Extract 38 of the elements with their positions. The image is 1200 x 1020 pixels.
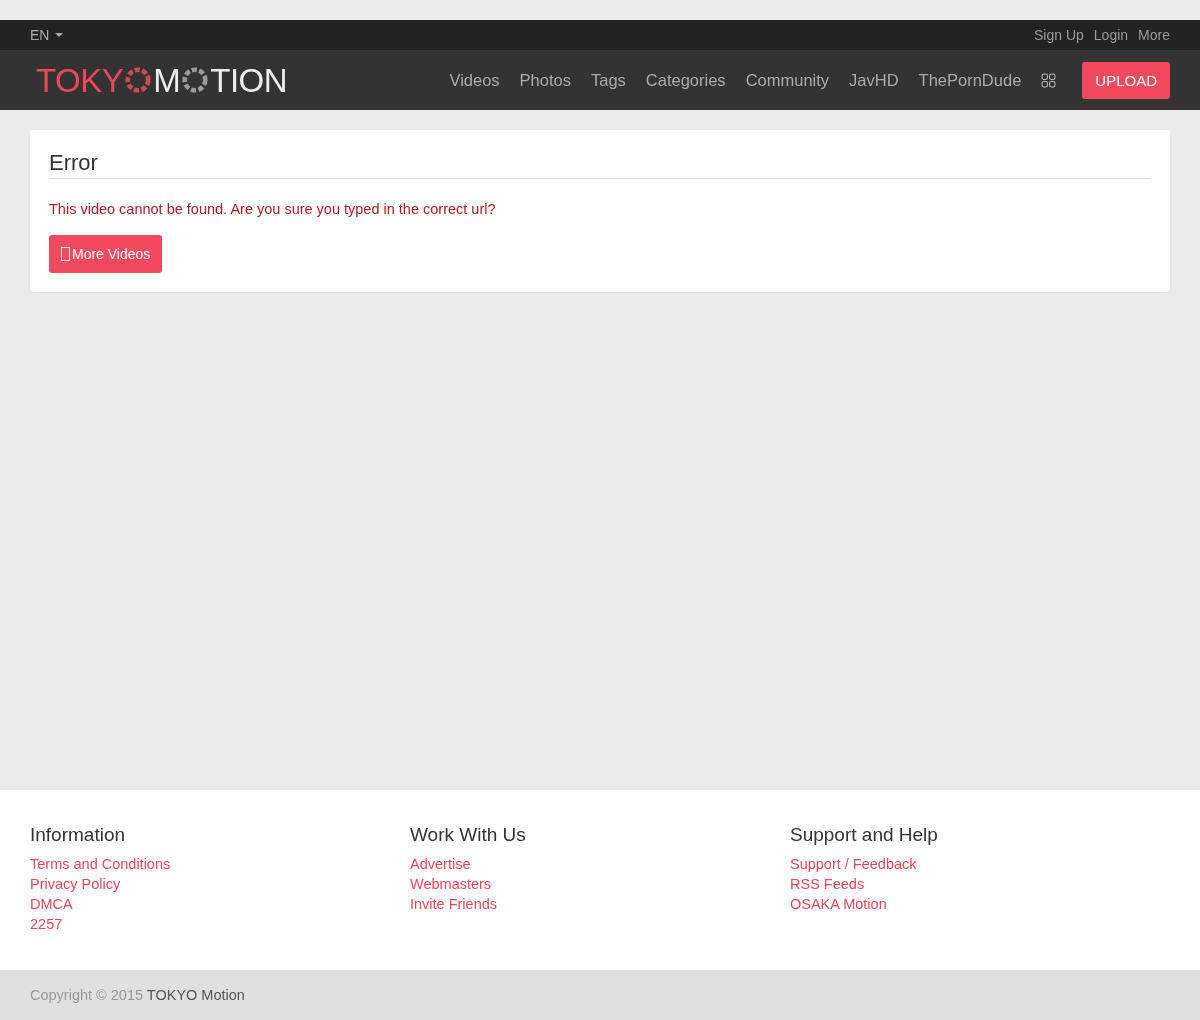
nav-link[interactable]: Photos [519,70,571,90]
footer-link[interactable]: Support / Feedback [790,854,917,874]
error-title: Error [49,150,1151,179]
footer-link[interactable]: RSS Feeds [790,874,865,894]
upload-button[interactable]: UPLOAD [1082,61,1170,99]
logo-text[interactable]: TOKY [36,63,124,97]
language-dropdown[interactable]: EN [30,27,64,43]
footer-link[interactable]: Privacy Policy [30,874,121,894]
caret-icon [55,33,64,37]
footer-link[interactable]: DMCA [30,894,73,914]
nav-link[interactable]: Videos [449,70,500,90]
nav-link[interactable]: ThePornDude [918,70,1022,90]
footer-heading: Information [30,824,126,846]
dashed-ring-icon [181,66,210,94]
missing-glyph-icon [61,247,70,261]
brand-link[interactable]: TOKYO Motion [146,987,245,1003]
dashed-ring-icon [124,66,153,94]
footer-link[interactable]: OSAKA Motion [790,894,887,914]
nav-link[interactable]: Tags [590,70,626,90]
footer-link[interactable]: Advertise [410,854,471,874]
more-videos-button[interactable]: More Videos [49,235,163,273]
logo-text[interactable]: M [153,63,181,97]
logo-text[interactable]: TION [210,63,288,97]
error-message: This video cannot be found. Are you sure you typed in the correct url? [49,201,497,217]
footer-link[interactable]: Webmasters [410,874,492,894]
top-link[interactable]: Login [1093,27,1129,43]
footer-heading: Work With Us [410,824,526,846]
grid-icon[interactable] [1041,72,1057,88]
footer-link[interactable]: 2257 [30,914,63,934]
nav-link[interactable]: Community [745,70,830,90]
nav-link[interactable]: JavHD [849,70,899,90]
footer-heading: Support and Help [790,824,938,846]
copyright-text: Copyright © 2015 [30,987,144,1003]
footer-link[interactable]: Terms and Conditions [30,854,171,874]
top-link[interactable]: Sign Up [1034,27,1084,43]
footer-link[interactable]: Invite Friends [410,894,498,914]
top-link[interactable]: More [1138,27,1170,43]
nav-link[interactable]: Categories [645,70,726,90]
